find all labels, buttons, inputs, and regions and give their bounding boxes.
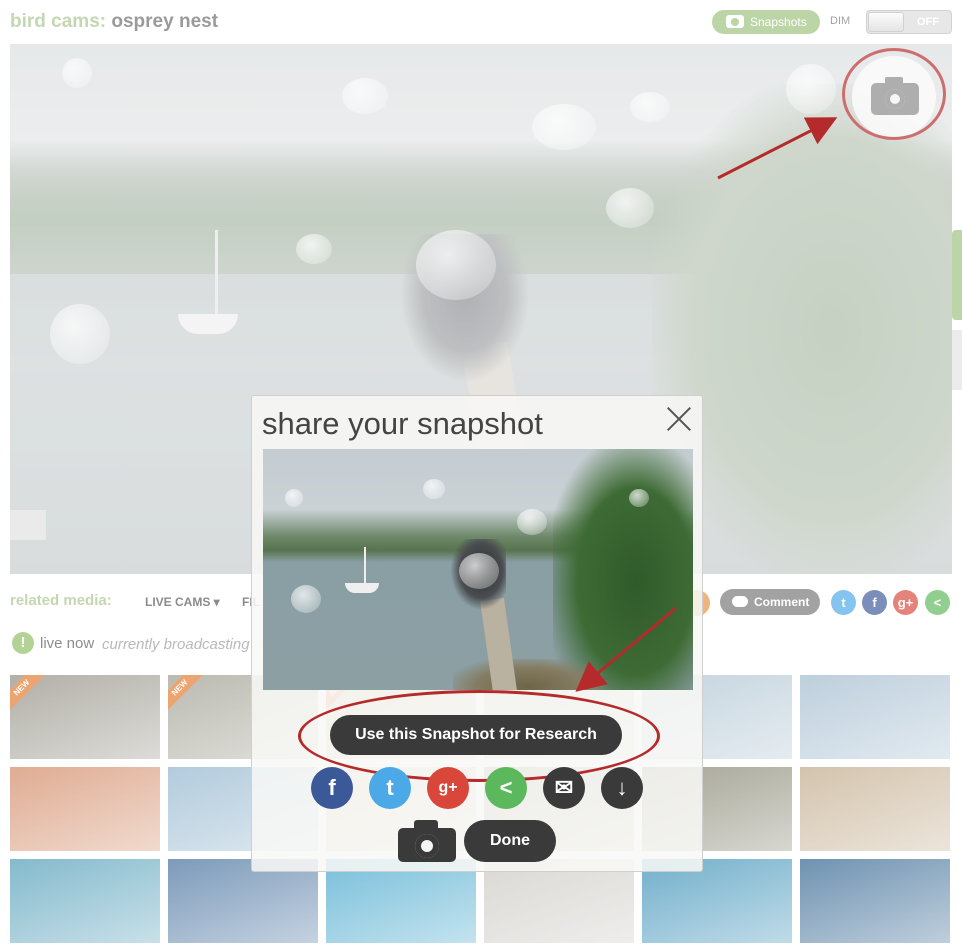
page-header: bird cams: osprey nest Snapshots DIM OFF: [10, 8, 954, 36]
done-button[interactable]: Done: [464, 820, 556, 862]
raindrop: [459, 553, 499, 589]
share-icon[interactable]: <: [925, 590, 950, 615]
snapshots-button[interactable]: Snapshots: [712, 10, 820, 34]
live-status-text: currently broadcasting: [102, 636, 250, 653]
modal-title: share your snapshot: [262, 406, 543, 441]
snapshot-mast: [364, 547, 366, 585]
raindrop: [423, 479, 445, 499]
twitter-share-icon[interactable]: t: [369, 767, 411, 809]
twitter-icon[interactable]: t: [831, 590, 856, 615]
snapshot-tree: [553, 449, 693, 690]
thumbnail-penguins-2[interactable]: [800, 675, 950, 759]
dim-toggle[interactable]: OFF: [866, 10, 952, 34]
snapshot-nest: [453, 659, 603, 690]
snapshots-label: Snapshots: [750, 15, 807, 29]
snapshot-boat: [345, 583, 379, 593]
snapshot-image: [263, 449, 693, 690]
camera-icon: [726, 15, 744, 28]
title-name: osprey nest: [111, 11, 219, 32]
close-icon[interactable]: [666, 406, 692, 432]
toggle-state: OFF: [917, 16, 939, 28]
google-plus-share-icon[interactable]: g+: [427, 767, 469, 809]
new-badge: NEW: [168, 675, 207, 715]
side-tab[interactable]: [952, 230, 962, 320]
thumbnail-manta-ray[interactable]: [10, 859, 160, 943]
camera-body: [398, 820, 456, 862]
facebook-share-icon[interactable]: f: [311, 767, 353, 809]
raindrop: [285, 489, 303, 507]
live-now-label: live now: [40, 635, 95, 652]
thumbnail-osprey[interactable]: NEW: [10, 675, 160, 759]
google-plus-icon[interactable]: g+: [893, 590, 918, 615]
thumbnail-kudu[interactable]: [800, 767, 950, 851]
comment-label: Comment: [754, 595, 810, 609]
raindrop: [517, 509, 547, 535]
thumbnail-ocean[interactable]: [800, 859, 950, 943]
raindrop: [629, 489, 649, 507]
tab-live-cams[interactable]: LIVE CAMS ▾: [145, 595, 220, 609]
comment-icon: [732, 596, 748, 607]
email-share-icon[interactable]: ✉: [543, 767, 585, 809]
toggle-knob[interactable]: [868, 12, 904, 32]
side-tab-secondary[interactable]: [952, 330, 962, 390]
title-prefix: bird cams:: [10, 11, 107, 32]
download-share-icon[interactable]: ↓: [601, 767, 643, 809]
related-media-label: related media:: [10, 592, 112, 609]
annotation-circle: [298, 690, 660, 782]
live-indicator-icon: !: [12, 632, 34, 654]
facebook-icon[interactable]: f: [862, 590, 887, 615]
thumbnail-sunset-palms[interactable]: [10, 767, 160, 851]
share-share-icon[interactable]: <: [485, 767, 527, 809]
new-badge: NEW: [10, 675, 49, 715]
camera-icon[interactable]: [398, 820, 456, 862]
comment-button[interactable]: Comment: [720, 589, 820, 615]
annotation-circle: [842, 48, 946, 140]
raindrop: [291, 585, 321, 613]
dim-label: DIM: [830, 15, 851, 27]
